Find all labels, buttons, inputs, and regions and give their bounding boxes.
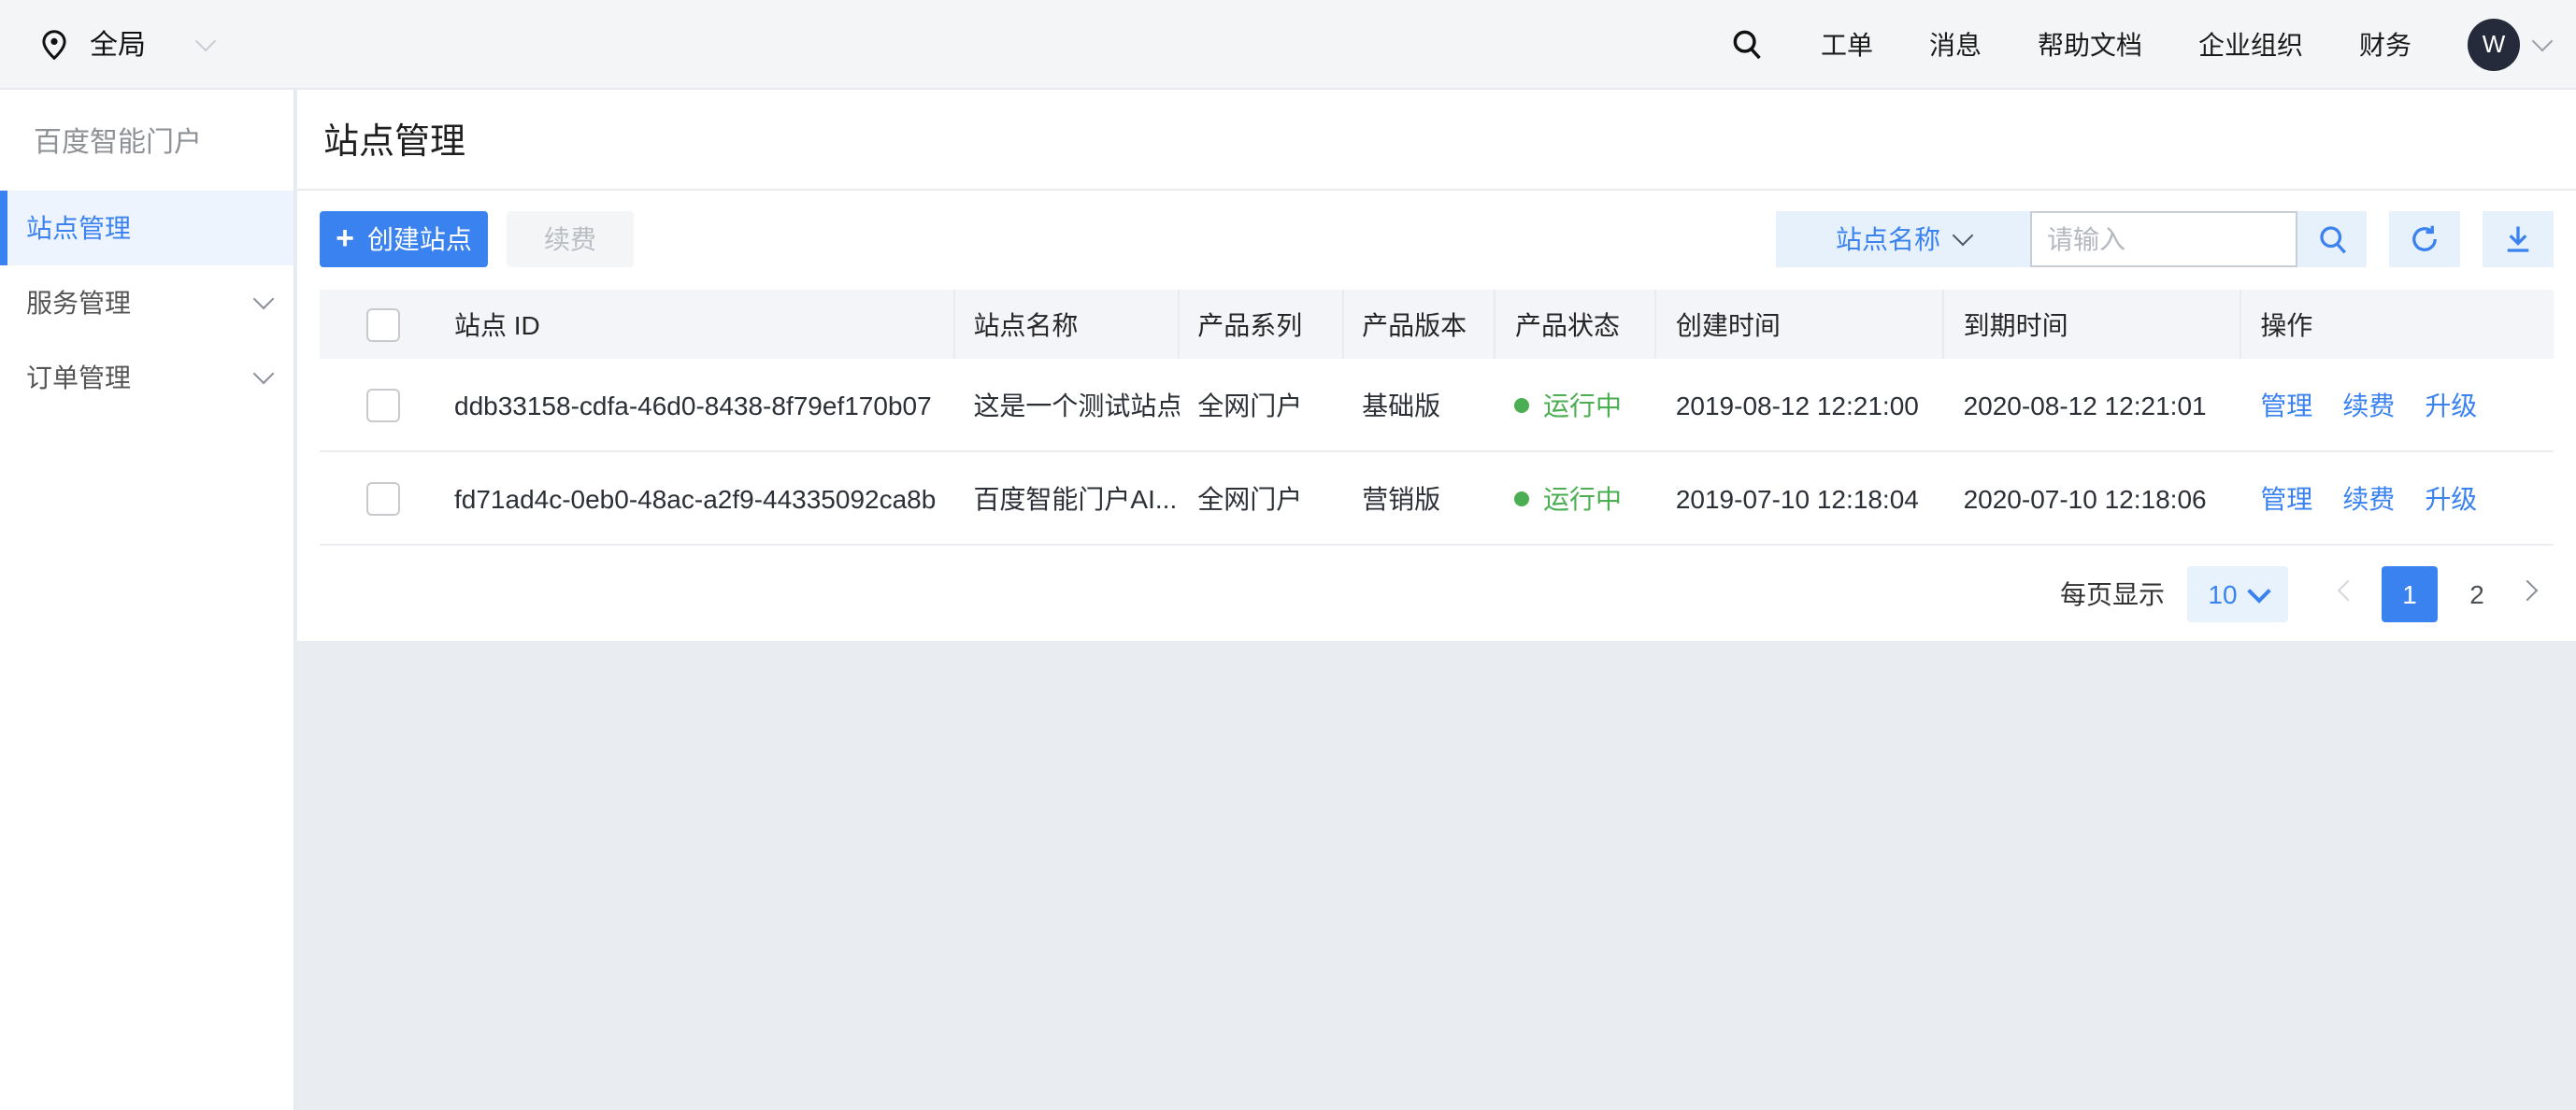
status-label: 运行中 — [1543, 479, 1622, 517]
toolbar: + 创建站点 续费 站点名称 — [320, 211, 2554, 267]
console-app: 全局 工单 消息 帮助文档 企业组织 财务 W 百度智能门户 站点管理 — [0, 0, 2576, 1110]
download-icon — [2501, 222, 2535, 256]
topbar: 全局 工单 消息 帮助文档 企业组织 财务 W — [0, 0, 2576, 90]
product-brand: 百度智能门户 — [0, 90, 293, 191]
site-name: 这是一个测试站点 — [954, 386, 1179, 423]
topnav-help-docs[interactable]: 帮助文档 — [2038, 25, 2142, 63]
search-icon — [2315, 222, 2349, 256]
pagination: 每页显示 10 1 2 — [297, 546, 2576, 641]
sidebar-item-service-management[interactable]: 服务管理 — [0, 265, 293, 340]
status-badge: 运行中 — [1515, 479, 1622, 517]
avatar[interactable]: W — [2468, 18, 2520, 70]
site-name: 百度智能门户AI... — [954, 479, 1179, 517]
next-page-button[interactable] — [2505, 565, 2550, 621]
manage-link[interactable]: 管理 — [2260, 386, 2312, 423]
filter-field-label: 站点名称 — [1836, 221, 1940, 258]
search-icon[interactable] — [1729, 26, 1765, 62]
per-page-value: 10 — [2208, 578, 2237, 608]
manage-link[interactable]: 管理 — [2260, 479, 2312, 517]
site-id: ddb33158-cdfa-46d0-8438-8f79ef170b07 — [454, 390, 932, 420]
upgrade-link[interactable]: 升级 — [2425, 386, 2477, 423]
topnav-finance[interactable]: 财务 — [2359, 25, 2411, 63]
chevron-down-icon — [2247, 578, 2270, 602]
content-card: 站点管理 + 创建站点 续费 站点名称 — [297, 90, 2576, 641]
header-created-time: 创建时间 — [1657, 290, 1945, 359]
status-badge: 运行中 — [1515, 386, 1622, 423]
sidebar-item-label: 站点管理 — [26, 209, 131, 247]
main-area: 站点管理 + 创建站点 续费 站点名称 — [297, 90, 2576, 1110]
chevron-down-icon — [253, 363, 275, 385]
header-product-status: 产品状态 — [1496, 290, 1657, 359]
select-all-checkbox[interactable] — [366, 307, 400, 341]
page-button-2[interactable]: 2 — [2449, 565, 2505, 621]
create-site-button[interactable]: + 创建站点 — [320, 211, 488, 267]
chevron-down-icon — [1953, 225, 1974, 247]
account-menu[interactable]: W — [2468, 18, 2550, 70]
row-checkbox[interactable] — [366, 388, 400, 421]
expire-time: 2020-07-10 12:18:06 — [1945, 483, 2242, 513]
sidebar-item-site-management[interactable]: 站点管理 — [0, 191, 293, 265]
status-label: 运行中 — [1543, 386, 1622, 423]
table-header-row: 站点 ID 站点名称 产品系列 产品版本 产品状态 创建时间 到期时间 操作 — [320, 290, 2554, 359]
location-pin-icon — [37, 27, 71, 61]
renew-link[interactable]: 续费 — [2342, 479, 2395, 517]
per-page-label: 每页显示 — [2060, 575, 2165, 612]
header-site-name: 站点名称 — [954, 290, 1179, 359]
site-id: fd71ad4c-0eb0-48ac-a2f9-44335092ca8b — [454, 483, 936, 513]
filter-field-select[interactable]: 站点名称 — [1776, 211, 2030, 267]
sidebar-item-order-management[interactable]: 订单管理 — [0, 340, 293, 415]
refresh-button[interactable] — [2389, 211, 2460, 267]
prev-page-button[interactable] — [2326, 565, 2370, 621]
product-version: 营销版 — [1343, 479, 1496, 517]
topnav-enterprise-org[interactable]: 企业组织 — [2198, 25, 2303, 63]
table-row: fd71ad4c-0eb0-48ac-a2f9-44335092ca8b 百度智… — [320, 452, 2554, 546]
sidebar-item-label: 服务管理 — [26, 284, 131, 321]
plus-icon: + — [336, 221, 354, 253]
search-button[interactable] — [2297, 211, 2367, 267]
topnav-tickets[interactable]: 工单 — [1821, 25, 1873, 63]
create-site-label: 创建站点 — [367, 221, 472, 258]
row-checkbox[interactable] — [366, 481, 400, 515]
chevron-down-icon — [2532, 30, 2554, 51]
created-time: 2019-08-12 12:21:00 — [1657, 390, 1945, 420]
product-series: 全网门户 — [1179, 479, 1343, 517]
column-label: 站点 ID — [454, 306, 540, 343]
chevron-down-icon — [195, 30, 217, 51]
region-label: 全局 — [90, 24, 146, 64]
sites-table: 站点 ID 站点名称 产品系列 产品版本 产品状态 创建时间 到期时间 操作 d… — [320, 290, 2554, 546]
upgrade-link[interactable]: 升级 — [2425, 479, 2477, 517]
sidebar: 百度智能门户 站点管理 服务管理 订单管理 — [0, 90, 295, 1110]
page-button-1[interactable]: 1 — [2382, 565, 2438, 621]
search-group: 站点名称 — [1776, 211, 2554, 267]
sidebar-item-label: 订单管理 — [26, 359, 131, 396]
header-product-version: 产品版本 — [1343, 290, 1496, 359]
page-title: 站点管理 — [323, 114, 465, 164]
table-row: ddb33158-cdfa-46d0-8438-8f79ef170b07 这是一… — [320, 359, 2554, 452]
product-version: 基础版 — [1343, 386, 1496, 423]
header-site-id: 站点 ID — [320, 290, 954, 359]
expire-time: 2020-08-12 12:21:01 — [1945, 390, 2242, 420]
status-dot-icon — [1515, 491, 1530, 505]
topnav-messages[interactable]: 消息 — [1929, 25, 1982, 63]
refresh-icon — [2408, 222, 2441, 256]
header-expire-time: 到期时间 — [1945, 290, 2242, 359]
search-input[interactable] — [2030, 211, 2297, 267]
status-dot-icon — [1515, 397, 1530, 412]
header-actions: 操作 — [2241, 290, 2554, 359]
header-product-series: 产品系列 — [1179, 290, 1343, 359]
per-page-select[interactable]: 10 — [2187, 565, 2288, 621]
page-header: 站点管理 — [297, 90, 2576, 191]
renew-button[interactable]: 续费 — [507, 211, 634, 267]
chevron-down-icon — [253, 289, 275, 310]
created-time: 2019-07-10 12:18:04 — [1657, 483, 1945, 513]
product-series: 全网门户 — [1179, 386, 1343, 423]
region-switcher[interactable]: 全局 — [0, 24, 213, 64]
renew-link[interactable]: 续费 — [2342, 386, 2395, 423]
download-button[interactable] — [2483, 211, 2554, 267]
